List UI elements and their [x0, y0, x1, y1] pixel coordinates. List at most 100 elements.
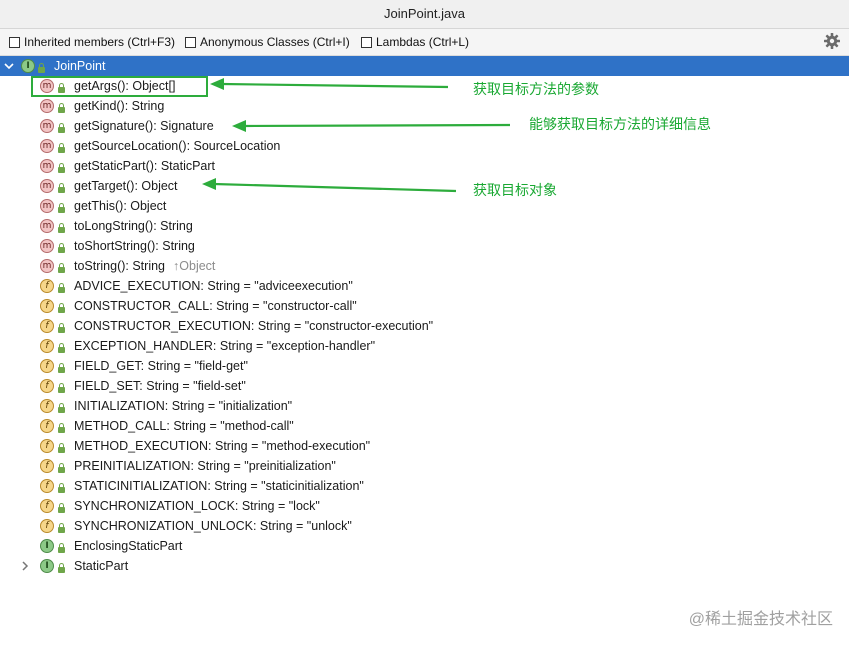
tree-item-row[interactable]: m toShortString(): String [0, 236, 849, 256]
method-icon: m [40, 239, 54, 253]
field-icon: f [40, 459, 54, 473]
lock-icon [58, 203, 65, 213]
tree-item-row[interactable]: f CONSTRUCTOR_EXECUTION: String = "constr… [0, 316, 849, 336]
lock-icon [58, 263, 65, 273]
lock-icon [58, 503, 65, 513]
lock-icon [58, 343, 65, 353]
tree-item-label: STATICINITIALIZATION: String = "staticin… [74, 479, 364, 493]
field-icon: f [40, 379, 54, 393]
lock-icon [58, 443, 65, 453]
structure-toolbar: Inherited members (Ctrl+F3) Anonymous Cl… [0, 29, 849, 56]
tree-item-row[interactable]: f METHOD_CALL: String = "method-call" [0, 416, 849, 436]
field-icon: f [40, 479, 54, 493]
lock-icon [58, 223, 65, 233]
tree-root-row[interactable]: I JoinPoint [0, 56, 849, 76]
checkbox-box[interactable] [9, 36, 20, 48]
lock-icon [58, 123, 65, 133]
tree-item-row[interactable]: m getThis(): Object [0, 196, 849, 216]
lock-icon [58, 423, 65, 433]
lock-icon [58, 383, 65, 393]
lock-icon [58, 543, 65, 553]
tree-item-label: getSourceLocation(): SourceLocation [74, 139, 281, 153]
tree-item-label: getKind(): String [74, 99, 165, 113]
tree-item-row[interactable]: f SYNCHRONIZATION_LOCK: String = "lock" [0, 496, 849, 516]
tree-item-label: PREINITIALIZATION: String = "preinitiali… [74, 459, 336, 473]
checkbox-box[interactable] [361, 36, 372, 48]
field-icon: f [40, 279, 54, 293]
tree-item-row[interactable]: f STATICINITIALIZATION: String = "statici… [0, 476, 849, 496]
method-icon: m [40, 259, 54, 273]
inherited-members-checkbox[interactable]: Inherited members (Ctrl+F3) [9, 33, 175, 51]
method-icon: m [40, 219, 54, 233]
gear-icon[interactable] [823, 32, 841, 50]
tree-item-row[interactable]: I StaticPart [0, 556, 849, 576]
tree-root-label: JoinPoint [54, 59, 106, 73]
interface-icon: I [40, 559, 54, 573]
tree-item-row[interactable]: m getKind(): String [0, 96, 849, 116]
method-icon: m [40, 99, 54, 113]
tree-item-row[interactable]: m getTarget(): Object [0, 176, 849, 196]
tree-item-label: CONSTRUCTOR_EXECUTION: String = "constru… [74, 319, 434, 333]
lock-icon [58, 143, 65, 153]
tree-item-row[interactable]: I EnclosingStaticPart [0, 536, 849, 556]
method-icon: m [40, 159, 54, 173]
tree-item-row[interactable]: f SYNCHRONIZATION_UNLOCK: String = "unloc… [0, 516, 849, 536]
tree-item-row[interactable]: m toLongString(): String [0, 216, 849, 236]
annotation-args: 获取目标方法的参数 [473, 81, 599, 97]
tree-item-row[interactable]: f FIELD_SET: String = "field-set" [0, 376, 849, 396]
tree-item-label: CONSTRUCTOR_CALL: String = "constructor-… [74, 299, 357, 313]
anonymous-classes-checkbox[interactable]: Anonymous Classes (Ctrl+I) [185, 33, 350, 51]
interface-icon: I [21, 59, 35, 73]
field-icon: f [40, 319, 54, 333]
lock-icon [58, 183, 65, 193]
tree-item-row[interactable]: f FIELD_GET: String = "field-get" [0, 356, 849, 376]
annotation-signature: 能够获取目标方法的详细信息 [529, 116, 711, 132]
tree-item-label: EXCEPTION_HANDLER: String = "exception-h… [74, 339, 376, 353]
method-icon: m [40, 119, 54, 133]
lock-icon [58, 323, 65, 333]
chevron-right-icon[interactable] [19, 560, 31, 572]
tree-item-label: toShortString(): String [74, 239, 195, 253]
lock-icon [58, 243, 65, 253]
tree-item-row[interactable]: f EXCEPTION_HANDLER: String = "exception-… [0, 336, 849, 356]
tree-item-row[interactable]: m getStaticPart(): StaticPart [0, 156, 849, 176]
tree-item-row[interactable]: f PREINITIALIZATION: String = "preinitial… [0, 456, 849, 476]
tree-item-label: getTarget(): Object [74, 179, 178, 193]
field-icon: f [40, 439, 54, 453]
tree-item-row[interactable]: f INITIALIZATION: String = "initializatio… [0, 396, 849, 416]
watermark: @稀土掘金技术社区 [688, 611, 833, 628]
lock-icon [58, 163, 65, 173]
field-icon: f [40, 499, 54, 513]
tree-item-label: StaticPart [74, 559, 129, 573]
lock-icon [58, 283, 65, 293]
tree-item-label: ADVICE_EXECUTION: String = "adviceexecut… [74, 279, 353, 293]
tree-item-label: toString(): String [74, 259, 166, 273]
tree-item-row[interactable]: m getSourceLocation(): SourceLocation [0, 136, 849, 156]
lock-icon [58, 463, 65, 473]
tree-item-label: getThis(): Object [74, 199, 167, 213]
chevron-down-icon[interactable] [3, 60, 15, 72]
method-icon: m [40, 199, 54, 213]
inherited-members-label: Inherited members (Ctrl+F3) [24, 35, 176, 49]
lock-icon [58, 483, 65, 493]
checkbox-box[interactable] [185, 36, 196, 48]
field-icon: f [40, 519, 54, 533]
annotation-target: 获取目标对象 [473, 182, 557, 198]
lock-icon [58, 403, 65, 413]
lock-icon [58, 523, 65, 533]
method-icon: m [40, 139, 54, 153]
tree-item-label: FIELD_GET: String = "field-get" [74, 359, 248, 373]
lock-icon [38, 63, 45, 73]
tree-item-row[interactable]: f METHOD_EXECUTION: String = "method-exec… [0, 436, 849, 456]
inherited-from-label: ↑Object [173, 259, 216, 273]
lambdas-label: Lambdas (Ctrl+L) [376, 35, 470, 49]
anonymous-classes-label: Anonymous Classes (Ctrl+I) [200, 35, 350, 49]
lambdas-checkbox[interactable]: Lambdas (Ctrl+L) [361, 33, 469, 51]
tree-item-row[interactable]: f CONSTRUCTOR_CALL: String = "constructor… [0, 296, 849, 316]
window-title: JoinPoint.java [0, 0, 849, 29]
tree-item-row[interactable]: m getSignature(): Signature [0, 116, 849, 136]
interface-icon: I [40, 539, 54, 553]
tree-item-label: FIELD_SET: String = "field-set" [74, 379, 246, 393]
tree-item-row[interactable]: f ADVICE_EXECUTION: String = "adviceexecu… [0, 276, 849, 296]
tree-item-row[interactable]: m toString(): String ↑Object [0, 256, 849, 276]
